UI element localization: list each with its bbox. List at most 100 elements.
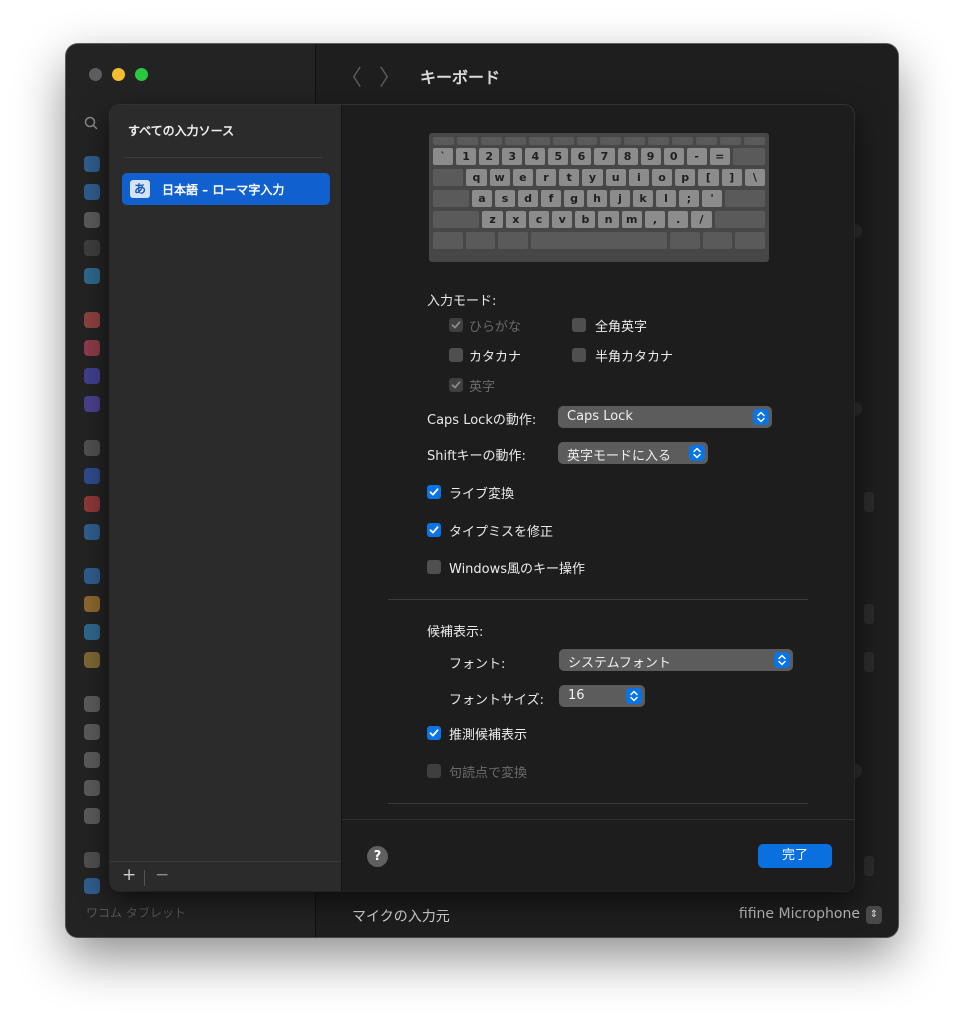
keyboard-key: g [564, 190, 584, 207]
sidebar-icon-22[interactable] [84, 808, 100, 824]
keyboard-key: 3 [502, 148, 523, 165]
search-icon[interactable] [84, 116, 98, 130]
eiji-checkbox[interactable] [449, 378, 463, 392]
forward-button[interactable]: 〉 [379, 60, 401, 92]
sidebar-item-wacom[interactable]: ワコム タブレット [86, 904, 186, 921]
mic-input-value[interactable]: fifine Microphone [739, 906, 860, 922]
candidate-font-popup[interactable]: システムフォント [559, 649, 793, 671]
keyboard-row-bottom: z x c v b n m,. / [433, 211, 765, 228]
candidate-font-size-popup[interactable]: 16 [559, 685, 645, 707]
keyboard-key: b [575, 211, 596, 228]
keyboard-row-top: q w e r t y u i o p[] \ [433, 169, 765, 186]
sidebar-icon-2[interactable] [84, 184, 100, 200]
sidebar-icon-4[interactable] [84, 240, 100, 256]
shift-key-popup[interactable]: 英字モードに入る [558, 442, 708, 464]
chevron-up-down-icon [753, 409, 769, 425]
keyboard-key: , [644, 211, 666, 228]
predictive-candidates-checkbox[interactable] [427, 726, 441, 740]
windows-keys-checkbox[interactable] [427, 560, 441, 574]
keyboard-row-space [433, 232, 766, 249]
sidebar-icon-11[interactable] [84, 468, 100, 484]
sidebar-icon-15[interactable] [84, 596, 100, 612]
input-source-japanese-romaji[interactable]: あ 日本語 – ローマ字入力 [122, 173, 330, 205]
sidebar-icon-8[interactable] [84, 368, 100, 384]
keyboard-key: j [610, 190, 630, 207]
sidebar-icon-17[interactable] [84, 652, 100, 668]
input-source-sheet: すべての入力ソース あ 日本語 – ローマ字入力 + − ` 1 2 3 4 5 6 7 8 9 0… [110, 105, 854, 891]
keyboard-key: p [675, 169, 696, 186]
sidebar-icon-1[interactable] [84, 156, 100, 172]
keyboard-key [433, 169, 464, 186]
close-window-button[interactable] [89, 68, 102, 81]
punctuation-convert-checkbox[interactable] [427, 764, 441, 778]
background-control-2 [864, 604, 874, 624]
gear-icon[interactable] [84, 852, 100, 868]
add-source-button[interactable]: + [122, 865, 136, 885]
keyboard-key: i [628, 169, 649, 186]
keyboard-key: \ [744, 169, 765, 186]
keyboard-key: d [518, 190, 538, 207]
sidebar-icon-21[interactable] [84, 780, 100, 796]
input-source-settings-pane: ` 1 2 3 4 5 6 7 8 9 0- = q w e r t y u i o p[] \ a s d f g h j k l; ' … [342, 105, 854, 891]
input-mode-label: 入力モード: [427, 294, 497, 309]
input-source-list-pane: すべての入力ソース あ 日本語 – ローマ字入力 + − [110, 105, 342, 891]
sidebar-icon-20[interactable] [84, 752, 100, 768]
keyboard-key: 0 [663, 148, 684, 165]
keyboard-row-home: a s d f g h j k l; ' [433, 190, 765, 207]
sidebar-icon-9[interactable] [84, 396, 100, 412]
done-button[interactable]: 完了 [758, 844, 832, 868]
zoom-window-button[interactable] [135, 68, 148, 81]
sidebar-icon-14[interactable] [84, 568, 100, 584]
keyboard-key [433, 190, 469, 207]
punctuation-convert-label: 句読点で変換 [449, 766, 528, 781]
remove-source-button[interactable]: − [155, 865, 169, 885]
caps-lock-value: Caps Lock [567, 409, 633, 424]
help-button[interactable]: ? [367, 846, 388, 867]
keyboard-key: s [495, 190, 515, 207]
hiragana-label: ひらがな [469, 320, 522, 335]
keyboard-key: t [559, 169, 580, 186]
zenkaku-eiji-checkbox[interactable] [572, 318, 586, 332]
keyboard-key: = [709, 148, 730, 165]
sidebar-icon-12[interactable] [84, 496, 100, 512]
sidebar-icon-16[interactable] [84, 624, 100, 640]
candidate-font-size-value: 16 [568, 688, 585, 703]
keyboard-key: ; [679, 190, 699, 207]
sidebar-icon-10[interactable] [84, 440, 100, 456]
sidebar-icon-3[interactable] [84, 212, 100, 228]
keyboard-key: z [482, 211, 503, 228]
keyboard-key: - [686, 148, 707, 165]
sidebar-icon-24[interactable] [84, 878, 100, 894]
katakana-checkbox[interactable] [449, 348, 463, 362]
keyboard-key [732, 148, 765, 165]
keyboard-key [725, 190, 765, 207]
back-button[interactable]: 〈 [340, 60, 362, 92]
sidebar-icon-7[interactable] [84, 340, 100, 356]
typo-fix-checkbox[interactable] [427, 523, 441, 537]
hankaku-katakana-checkbox[interactable] [572, 348, 586, 362]
keyboard-key: u [605, 169, 626, 186]
keyboard-key: v [552, 211, 573, 228]
sidebar-icon-19[interactable] [84, 724, 100, 740]
keyboard-key: 6 [571, 148, 592, 165]
keyboard-key: o [651, 169, 673, 186]
mic-input-label: マイクの入力元 [352, 909, 450, 925]
toolbar-separator [144, 870, 145, 886]
sidebar-icon-13[interactable] [84, 524, 100, 540]
keyboard-key: 8 [617, 148, 638, 165]
hiragana-checkbox[interactable] [449, 318, 463, 332]
hiragana-a-icon: あ [130, 180, 150, 198]
keyboard-key: e [512, 169, 533, 186]
minimize-window-button[interactable] [112, 68, 125, 81]
sidebar-icon-5[interactable] [84, 268, 100, 284]
sheet-footer: ? 完了 [342, 819, 854, 891]
predictive-candidates-label: 推測候補表示 [449, 728, 528, 743]
hankaku-katakana-label: 半角カタカナ [595, 350, 674, 365]
live-conversion-checkbox[interactable] [427, 485, 441, 499]
chevron-up-down-icon [689, 445, 705, 461]
sidebar-icon-18[interactable] [84, 696, 100, 712]
sidebar-icon-6[interactable] [84, 312, 100, 328]
caps-lock-popup[interactable]: Caps Lock [558, 406, 772, 428]
mic-input-stepper[interactable]: ⇕ [866, 906, 882, 924]
keyboard-key: ' [702, 190, 722, 207]
